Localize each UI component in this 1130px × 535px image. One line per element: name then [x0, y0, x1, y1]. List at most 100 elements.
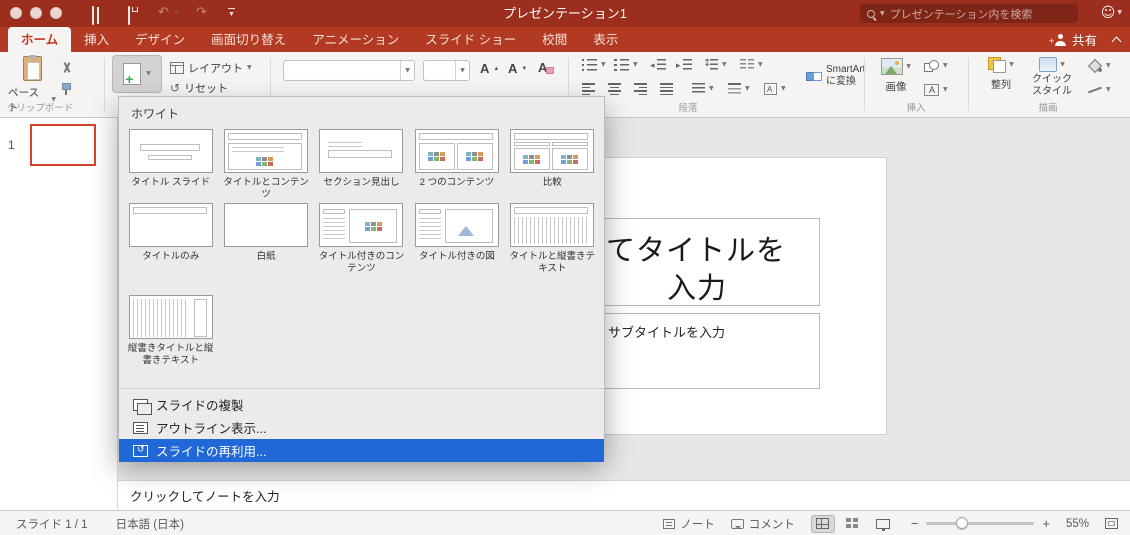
- layout-option-picture-with-caption[interactable]: タイトル付きの図: [409, 198, 504, 290]
- insert-textbox-button[interactable]: ▼: [924, 84, 948, 96]
- numbering-button[interactable]: ▼: [614, 59, 638, 71]
- tab-slideshow[interactable]: スライド ショー: [412, 27, 529, 52]
- layout-grid: タイトル スライド タイトルとコンテンツ セクション見出し 2 つのコンテンツ …: [123, 124, 600, 386]
- decrease-indent-icon[interactable]: [650, 59, 666, 71]
- slideshow-view-button[interactable]: [871, 515, 895, 533]
- share-button[interactable]: + 共有: [1049, 30, 1097, 49]
- normal-view-icon: [816, 518, 830, 529]
- grow-font-button[interactable]: A ▲: [480, 62, 499, 76]
- feedback-smiley-button[interactable]: ☺ ▼: [1101, 5, 1122, 21]
- search-icon: [867, 9, 875, 18]
- arrange-button[interactable]: ▼ 整列: [980, 57, 1022, 91]
- normal-view-button[interactable]: [810, 514, 835, 533]
- tab-review[interactable]: 校閲: [529, 27, 580, 52]
- outline-icon: [1088, 84, 1102, 96]
- outline-view-icon: [133, 421, 148, 434]
- font-name-select[interactable]: ▼: [283, 60, 415, 81]
- menu-item-outline-view[interactable]: アウトライン表示...: [119, 416, 604, 439]
- menu-item-duplicate-slide[interactable]: スライドの複製: [119, 393, 604, 416]
- smartart-icon: [806, 69, 822, 83]
- layout-icon: [170, 62, 184, 74]
- zoom-in-button[interactable]: +: [1042, 516, 1050, 531]
- menu-item-reuse-slides[interactable]: スライドの再利用...: [119, 439, 604, 462]
- font-name-caret-icon: ▼: [400, 61, 414, 80]
- align-center-icon[interactable]: [608, 83, 621, 95]
- layout-thumbnail: [128, 203, 213, 247]
- slides-panel: 1: [0, 118, 118, 510]
- layout-option-section-header[interactable]: セクション見出し: [314, 124, 409, 198]
- layout-option-comparison[interactable]: 比較: [505, 124, 600, 198]
- insert-group-label: 挿入: [906, 103, 926, 114]
- language-indicator[interactable]: 日本語 (日本): [116, 516, 184, 532]
- tab-animations[interactable]: アニメーション: [299, 27, 412, 52]
- tab-transitions[interactable]: 画面切り替え: [198, 27, 299, 52]
- new-slide-layout-menu: ホワイト タイトル スライド タイトルとコンテンツ セクション見出し 2 つのコ…: [118, 96, 605, 462]
- increase-indent-icon[interactable]: [676, 59, 692, 71]
- clipboard-group-label: クリップボード: [6, 103, 74, 114]
- align-right-icon[interactable]: [634, 83, 647, 95]
- window-titlebar: ↶ ▼ ↷ ▼ プレゼンテーション1 ▼ プレゼンテーション内を検索 ☺ ▼: [0, 0, 1130, 27]
- layout-thumbnail: [319, 129, 404, 173]
- clear-formatting-icon[interactable]: A: [538, 61, 555, 75]
- font-size-select[interactable]: ▼: [423, 60, 470, 81]
- tabbar-right-controls: + 共有: [1049, 27, 1122, 52]
- bullets-button[interactable]: ▼: [582, 59, 606, 71]
- align-left-icon[interactable]: [582, 83, 595, 95]
- picture-caret-icon: ▼: [906, 62, 911, 70]
- insert-shape-button[interactable]: ▼: [924, 60, 948, 72]
- comments-icon: [730, 518, 744, 529]
- columns-button[interactable]: ▼: [740, 59, 763, 71]
- zoom-slider-knob[interactable]: [956, 517, 969, 529]
- shape-fill-button[interactable]: ▼: [1088, 60, 1111, 72]
- tab-insert[interactable]: 挿入: [71, 27, 122, 52]
- layout-option-blank[interactable]: 白紙: [218, 198, 313, 290]
- cut-icon[interactable]: [60, 61, 73, 74]
- zoom-out-button[interactable]: −: [911, 516, 919, 531]
- slide-counter: スライド 1 / 1: [16, 518, 88, 531]
- insert-picture-button[interactable]: ▼ 画像: [874, 58, 918, 94]
- comments-toggle-button[interactable]: コメント: [730, 516, 795, 532]
- layout-option-vertical-title-and-text[interactable]: 縦書きタイトルと縦書きテキスト: [123, 290, 218, 386]
- reset-button[interactable]: ↺ リセット: [170, 80, 228, 96]
- layout-option-title-and-content[interactable]: タイトルとコンテンツ: [218, 124, 313, 200]
- zoom-level[interactable]: 55%: [1066, 518, 1089, 530]
- layout-thumbnail: [224, 203, 309, 247]
- vertical-align-button[interactable]: ▼: [728, 83, 750, 95]
- text-direction-button[interactable]: ▼: [764, 83, 786, 95]
- convert-to-smartart-button[interactable]: SmartArt に変換: [806, 64, 865, 88]
- format-painter-icon[interactable]: [60, 83, 72, 96]
- search-input[interactable]: ▼ プレゼンテーション内を検索: [860, 4, 1078, 23]
- layout-button[interactable]: レイアウト ▼: [170, 60, 252, 76]
- line-spacing-button[interactable]: ▼: [703, 58, 727, 71]
- slide-number-label: 1: [8, 138, 15, 152]
- notes-input[interactable]: クリックしてノートを入力: [118, 480, 1130, 510]
- tab-home[interactable]: ホーム: [8, 27, 72, 52]
- distribute-text-button[interactable]: ▼: [692, 83, 714, 95]
- layout-option-title-and-vertical-text[interactable]: タイトルと縦書きテキスト: [505, 198, 600, 290]
- picture-icon: [881, 58, 904, 75]
- slide-commands: スライドの複製 アウトライン表示... スライドの再利用...: [119, 389, 604, 462]
- layout-option-title-only[interactable]: タイトルのみ: [123, 198, 218, 290]
- zoom-slider[interactable]: [926, 517, 1035, 529]
- tab-view[interactable]: 表示: [580, 27, 631, 52]
- layout-thumbnail: [510, 203, 595, 247]
- quick-styles-button[interactable]: ▼ クイック スタイル: [1028, 57, 1076, 98]
- layout-thumbnail: [128, 129, 213, 173]
- slide-sorter-view-button[interactable]: [841, 515, 865, 533]
- font-size-caret-icon: ▼: [455, 61, 469, 80]
- notes-placeholder-text: クリックしてノートを入力: [130, 490, 280, 504]
- new-slide-button[interactable]: ▼: [112, 55, 162, 93]
- layout-option-title-slide[interactable]: タイトル スライド: [123, 124, 218, 198]
- justify-icon[interactable]: [660, 83, 673, 95]
- layout-option-two-content[interactable]: 2 つのコンテンツ: [409, 124, 504, 198]
- paragraph-group-label: 段落: [678, 103, 698, 114]
- fit-slide-to-window-button[interactable]: [1105, 518, 1118, 529]
- slide-thumbnail-1[interactable]: [30, 124, 96, 166]
- tab-design[interactable]: デザイン: [122, 27, 198, 52]
- shape-outline-button[interactable]: ▼: [1088, 84, 1111, 96]
- layout-option-content-with-caption[interactable]: タイトル付きのコンテンツ: [314, 198, 409, 290]
- status-bar: スライド 1 / 1 日本語 (日本) ノート コメント − + 55%: [0, 510, 1130, 535]
- collapse-ribbon-icon[interactable]: [1111, 36, 1122, 46]
- notes-toggle-button[interactable]: ノート: [663, 516, 715, 532]
- shrink-font-button[interactable]: A ▼: [508, 62, 527, 76]
